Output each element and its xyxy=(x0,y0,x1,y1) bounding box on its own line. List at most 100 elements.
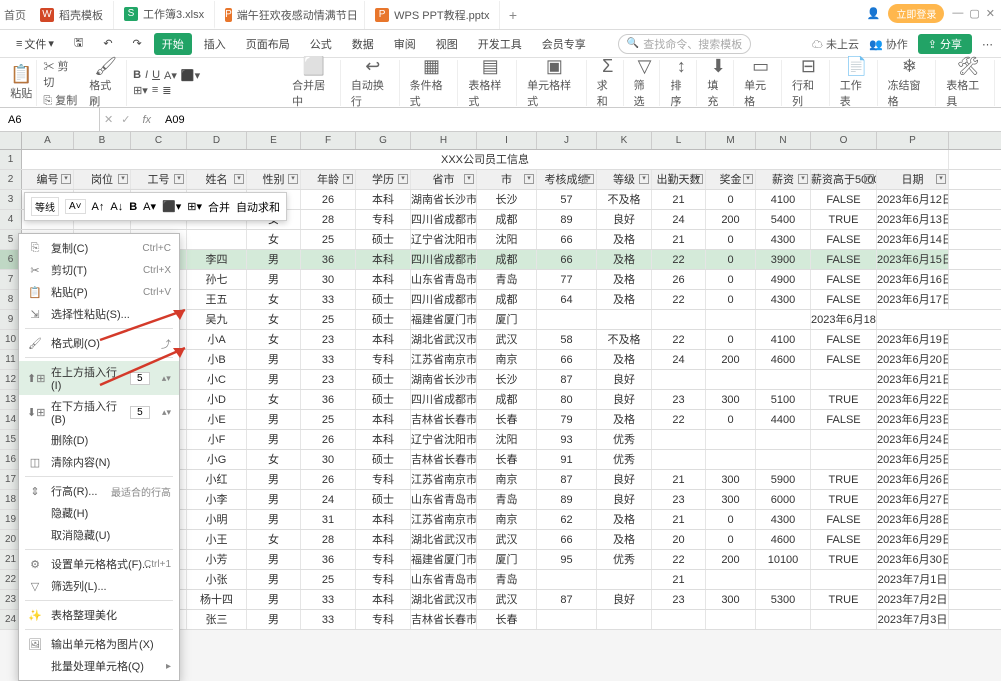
cell[interactable]: 6000 xyxy=(756,490,811,509)
cell-style[interactable]: ▣单元格样式 xyxy=(523,60,587,106)
cell[interactable]: 吉林省长春市 xyxy=(411,410,477,429)
cell[interactable]: 及格 xyxy=(597,230,652,249)
font-size-select[interactable]: A˅ xyxy=(65,199,86,214)
cell[interactable]: 23 xyxy=(652,490,706,509)
menu-view[interactable]: 视图 xyxy=(428,33,466,55)
cell[interactable] xyxy=(756,310,811,329)
cell[interactable]: 小明 xyxy=(187,510,247,529)
cell[interactable]: 36 xyxy=(301,250,356,269)
cell[interactable]: 青岛 xyxy=(477,270,537,289)
cell[interactable]: 33 xyxy=(301,610,356,629)
cell[interactable]: 优秀 xyxy=(597,450,652,469)
cell[interactable]: FALSE xyxy=(811,330,877,349)
cell[interactable]: 33 xyxy=(301,590,356,609)
collapse-ribbon-icon[interactable]: ⋯ xyxy=(982,38,993,51)
cond-format[interactable]: ▦条件格式 xyxy=(406,60,459,106)
cell[interactable]: 2023年6月13日 xyxy=(877,210,949,229)
col-header[interactable]: D xyxy=(187,132,247,149)
cell[interactable]: 28 xyxy=(301,210,356,229)
cell[interactable] xyxy=(597,570,652,589)
cm-insert-below[interactable]: ⬇⊞在下方插入行(B)▴▾ xyxy=(19,395,179,429)
menu-start[interactable]: 开始 xyxy=(154,33,192,55)
menu-review[interactable]: 审阅 xyxy=(386,33,424,55)
cell[interactable]: 小李 xyxy=(187,490,247,509)
cell[interactable]: 30 xyxy=(301,270,356,289)
filter-dropdown-icon[interactable]: ▾ xyxy=(343,174,353,184)
cell[interactable] xyxy=(811,370,877,389)
cell[interactable]: 男 xyxy=(247,570,301,589)
header-cell[interactable]: 等级▾ xyxy=(597,170,652,189)
cm-copy[interactable]: ⎘复制(C)Ctrl+C xyxy=(19,237,179,259)
cell[interactable] xyxy=(706,370,756,389)
filter-dropdown-icon[interactable]: ▾ xyxy=(743,174,753,184)
header-cell[interactable]: 年龄▾ xyxy=(301,170,356,189)
cell[interactable]: 2023年6月26日 xyxy=(877,470,949,489)
cell[interactable]: 女 xyxy=(247,450,301,469)
cell[interactable]: 硕士 xyxy=(356,450,411,469)
cell[interactable]: 专科 xyxy=(356,470,411,489)
cell[interactable]: 26 xyxy=(301,190,356,209)
cell[interactable]: 4300 xyxy=(756,230,811,249)
header-cell[interactable]: 学历▾ xyxy=(356,170,411,189)
filter-dropdown-icon[interactable]: ▾ xyxy=(584,174,594,184)
align-left-button[interactable]: ≡ xyxy=(152,84,158,96)
cell[interactable]: 25 xyxy=(301,570,356,589)
cell[interactable]: 0 xyxy=(706,530,756,549)
cell[interactable] xyxy=(706,610,756,629)
cell[interactable]: 良好 xyxy=(597,370,652,389)
cell[interactable]: 山东省青岛市 xyxy=(411,570,477,589)
cell[interactable]: 4300 xyxy=(756,510,811,529)
cell[interactable]: 80 xyxy=(537,390,597,409)
cell[interactable]: 21 xyxy=(652,470,706,489)
cell[interactable]: 及格 xyxy=(597,510,652,529)
sum-group[interactable]: Σ求和 xyxy=(593,60,624,106)
cell[interactable] xyxy=(756,370,811,389)
cm-paste-special[interactable]: ⇲选择性粘贴(S)... xyxy=(19,303,179,325)
col-header[interactable]: F xyxy=(301,132,356,149)
cell[interactable]: FALSE xyxy=(811,250,877,269)
cell[interactable]: 26 xyxy=(301,470,356,489)
header-cell[interactable]: 省市▾ xyxy=(411,170,477,189)
cloud-status[interactable]: ☁ 未上云 xyxy=(812,36,859,52)
cell[interactable]: 本科 xyxy=(356,330,411,349)
cell[interactable] xyxy=(537,570,597,589)
cell[interactable]: 2023年6月22日 xyxy=(877,390,949,409)
row-header[interactable]: 4 xyxy=(0,210,22,229)
cell[interactable] xyxy=(597,610,652,629)
cell[interactable]: 山东省青岛市 xyxy=(411,490,477,509)
cell[interactable]: 厦门 xyxy=(477,310,537,329)
filter-dropdown-icon[interactable]: ▾ xyxy=(288,174,298,184)
bold-button[interactable]: B xyxy=(133,69,141,81)
cell[interactable]: 南京 xyxy=(477,510,537,529)
cell[interactable]: 2023年7月1日 xyxy=(877,570,949,589)
minimize-icon[interactable]: — xyxy=(952,7,963,20)
cm-row-height[interactable]: ⇕行高(R)...最适合的行高 xyxy=(19,480,179,502)
col-header[interactable]: G xyxy=(356,132,411,149)
col-header[interactable]: I xyxy=(477,132,537,149)
col-header[interactable]: E xyxy=(247,132,301,149)
add-tab-button[interactable]: + xyxy=(500,7,525,23)
cell[interactable]: 良好 xyxy=(597,210,652,229)
cell[interactable]: 女 xyxy=(247,330,301,349)
cm-unhide[interactable]: 取消隐藏(U) xyxy=(19,524,179,546)
cell[interactable]: 3900 xyxy=(756,250,811,269)
cell[interactable]: FALSE xyxy=(811,530,877,549)
cm-insert-above[interactable]: ⬆⊞在上方插入行(I)▴▾ xyxy=(19,361,179,395)
header-cell[interactable]: 姓名▾ xyxy=(187,170,247,189)
cell[interactable]: 25 xyxy=(301,410,356,429)
cell[interactable]: 武汉 xyxy=(477,590,537,609)
cell[interactable]: 30 xyxy=(301,450,356,469)
cell[interactable]: 2023年6月15日 xyxy=(877,250,949,269)
cell[interactable]: 0 xyxy=(706,510,756,529)
filter-dropdown-icon[interactable]: ▾ xyxy=(864,174,874,184)
rowcol-group[interactable]: ⊟行和列 xyxy=(788,60,830,106)
cell[interactable]: 优秀 xyxy=(597,430,652,449)
command-search[interactable]: 🔍 查找命令、搜索模板 xyxy=(618,34,751,54)
cell[interactable]: 2023年6月30日 xyxy=(877,550,949,569)
cell[interactable]: 21 xyxy=(652,190,706,209)
cell[interactable] xyxy=(811,570,877,589)
header-cell[interactable]: 薪资▾ xyxy=(756,170,811,189)
cell[interactable]: 及格 xyxy=(597,290,652,309)
cell[interactable]: 福建省厦门市 xyxy=(411,310,477,329)
cell[interactable]: 男 xyxy=(247,550,301,569)
